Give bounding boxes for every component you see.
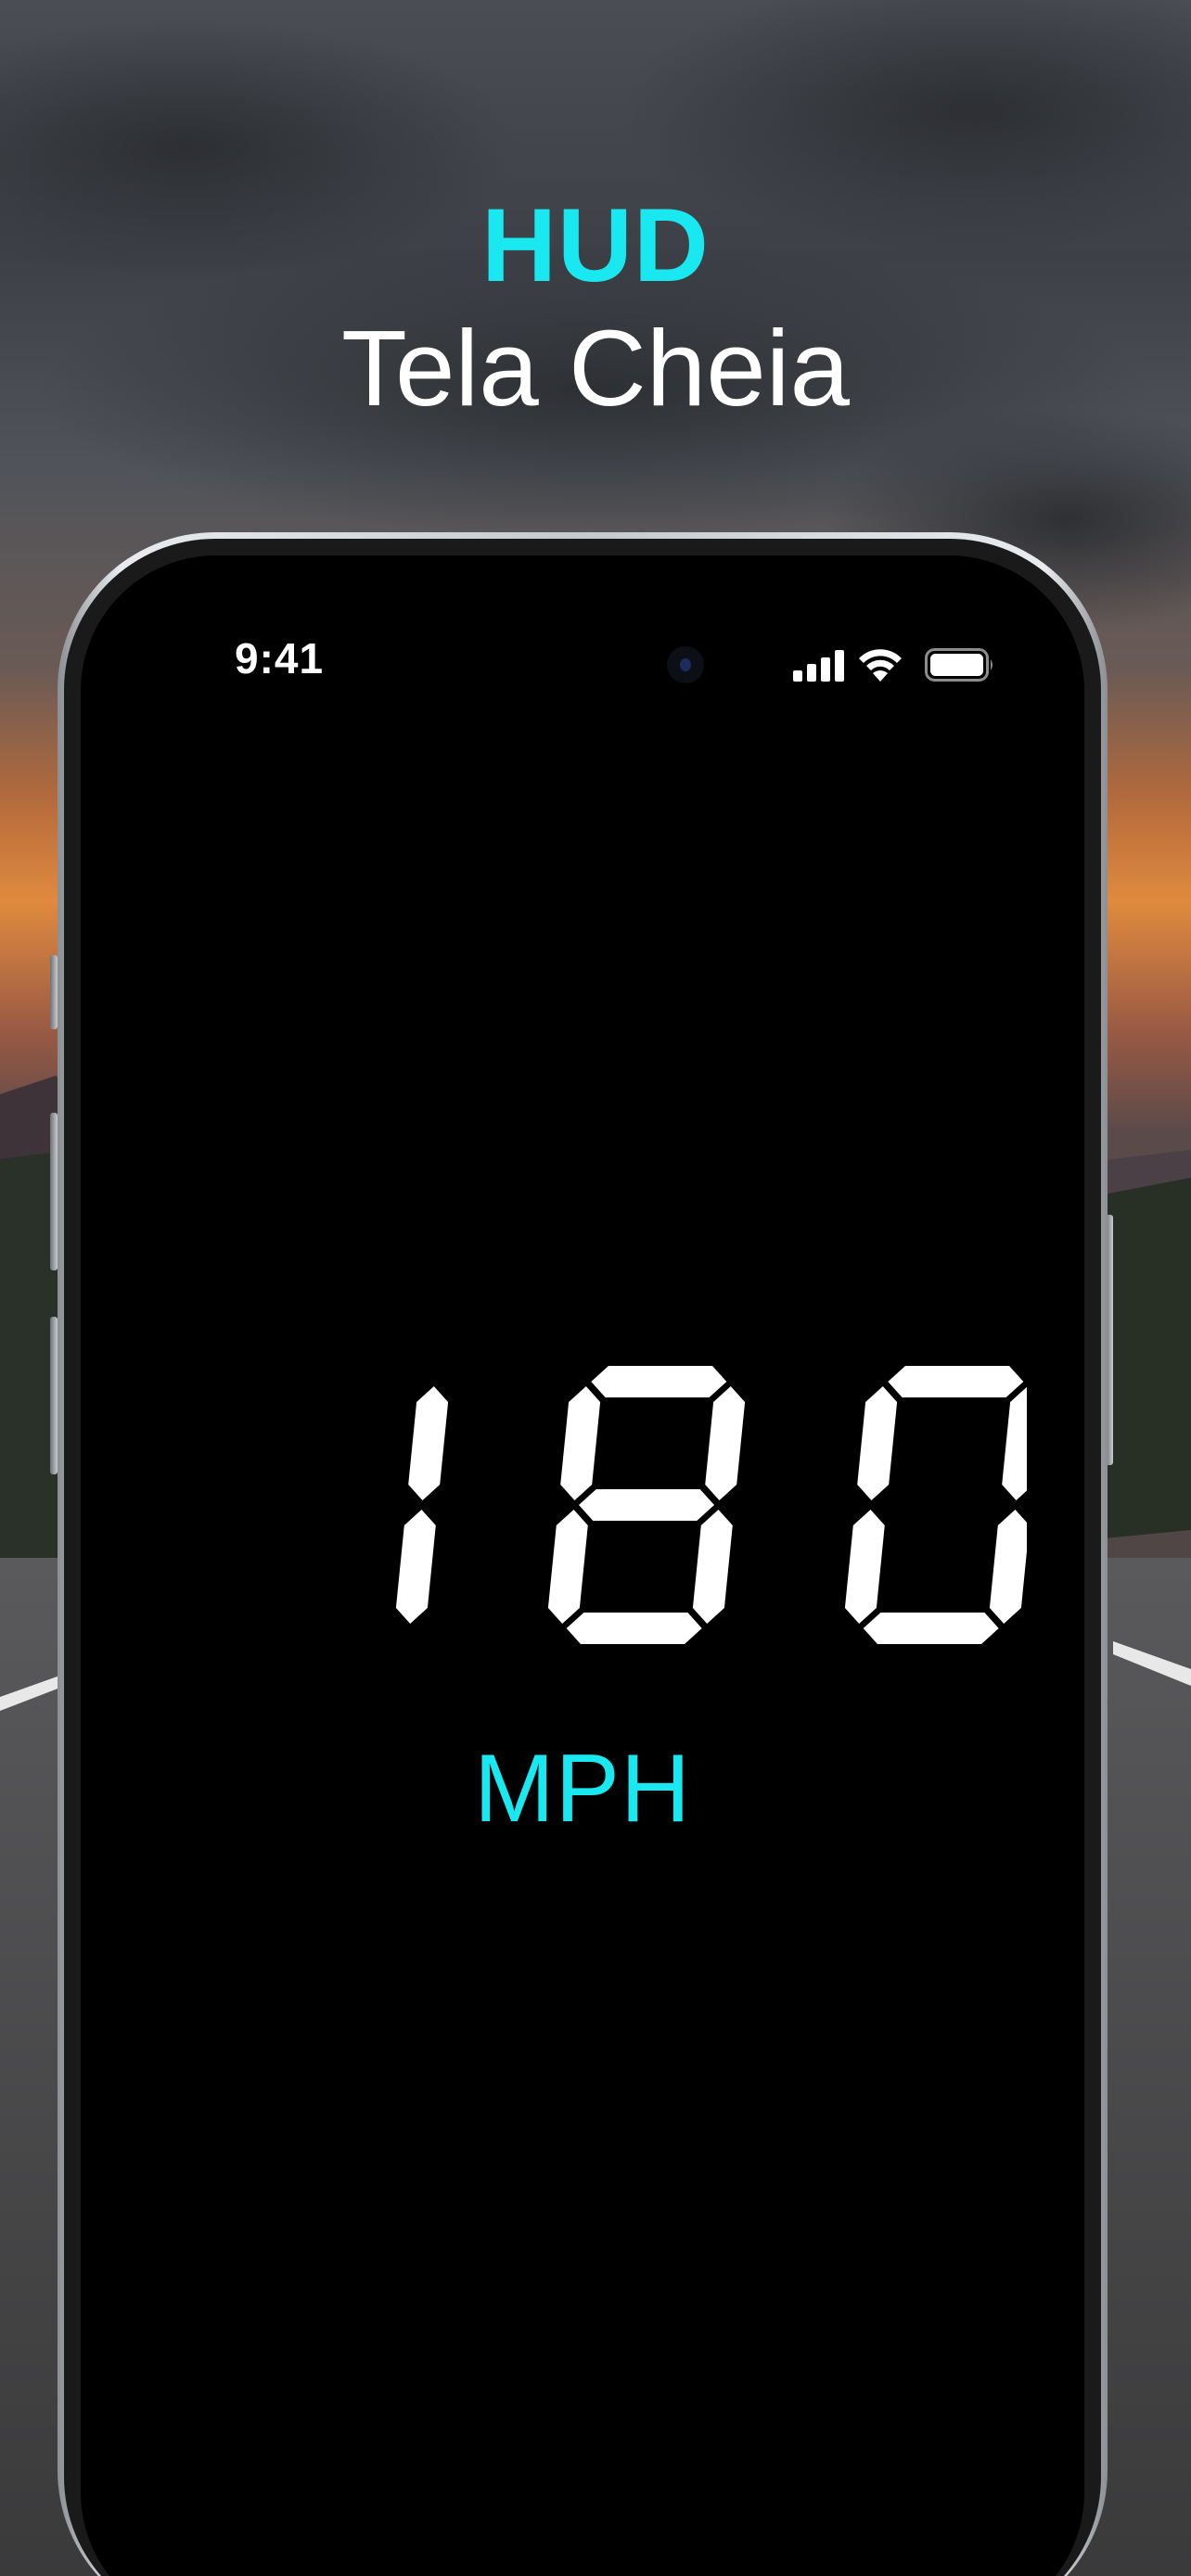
speed-digit-2-segment-d bbox=[566, 1613, 702, 1644]
speed-readout bbox=[395, 1366, 1027, 1644]
speed-digit-2-segment-a bbox=[591, 1366, 727, 1397]
phone-action-button bbox=[50, 955, 58, 1029]
speed-digit-1-segment-c bbox=[395, 1510, 436, 1624]
speed-digit-3-segment-c bbox=[989, 1510, 1027, 1624]
speed-digit-2-segment-f bbox=[560, 1386, 601, 1500]
speed-digit-2-segment-g bbox=[579, 1489, 714, 1521]
speed-digit-3-segment-a bbox=[888, 1366, 1024, 1397]
headline-subtitle: Tela Cheia bbox=[340, 308, 851, 428]
phone-screen: 9:41 MPH bbox=[81, 555, 1084, 2576]
phone-bezel: 9:41 MPH bbox=[64, 539, 1101, 2576]
battery-icon bbox=[925, 648, 992, 682]
speed-digit-3-segment-e bbox=[844, 1510, 885, 1624]
phone-frame: 9:41 MPH bbox=[58, 532, 1108, 2576]
speed-digit-3-segment-d bbox=[863, 1613, 999, 1644]
signal-icon bbox=[793, 650, 844, 682]
phone-volume-down-button bbox=[50, 1317, 58, 1474]
speed-digit-2-segment-b bbox=[705, 1386, 746, 1500]
app-store-screenshot: HUD Tela Cheia 9:41 MPH bbox=[0, 0, 1191, 2576]
front-camera-icon bbox=[667, 646, 704, 683]
headline: HUD Tela Cheia bbox=[0, 185, 1191, 430]
speed-digit-3-segment-f bbox=[857, 1386, 898, 1500]
speed-digit-2-segment-c bbox=[692, 1510, 733, 1624]
speed-digit-2-segment-e bbox=[547, 1510, 588, 1624]
phone-volume-up-button bbox=[50, 1113, 58, 1270]
headline-accent: HUD bbox=[481, 187, 710, 303]
wifi-icon bbox=[859, 649, 902, 682]
speed-digit-1-segment-b bbox=[408, 1386, 449, 1500]
status-bar-time: 9:41 bbox=[235, 634, 325, 682]
speed-unit-label: MPH bbox=[473, 1735, 692, 1843]
speed-digit-3-segment-b bbox=[1002, 1386, 1027, 1500]
